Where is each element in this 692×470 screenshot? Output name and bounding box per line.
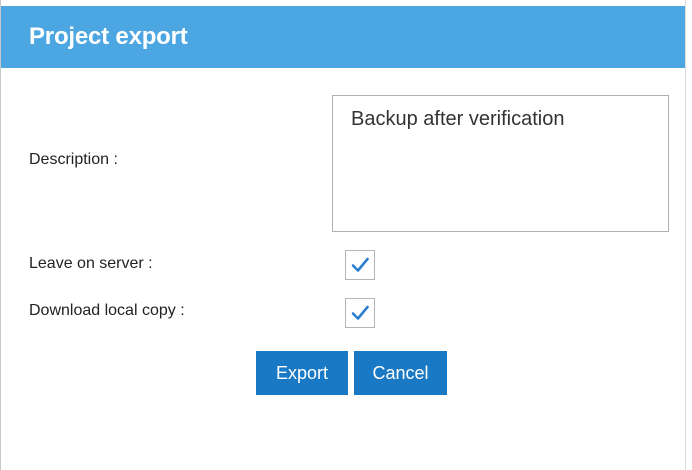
description-input[interactable]: Backup after verification: [332, 95, 669, 232]
description-label: Description :: [29, 151, 118, 168]
export-button[interactable]: Export: [256, 351, 348, 395]
download-local-copy-label: Download local copy :: [29, 302, 185, 319]
checkmark-icon: [351, 257, 369, 272]
checkmark-icon: [351, 305, 369, 320]
cancel-button[interactable]: Cancel: [354, 351, 447, 395]
dialog-titlebar: Project export: [1, 6, 685, 68]
dialog-title: Project export: [29, 23, 188, 50]
leave-on-server-checkbox[interactable]: [345, 250, 375, 280]
leave-on-server-label: Leave on server :: [29, 255, 153, 272]
project-export-dialog: Project export Description : Backup afte…: [0, 0, 686, 470]
download-local-copy-checkbox[interactable]: [345, 298, 375, 328]
